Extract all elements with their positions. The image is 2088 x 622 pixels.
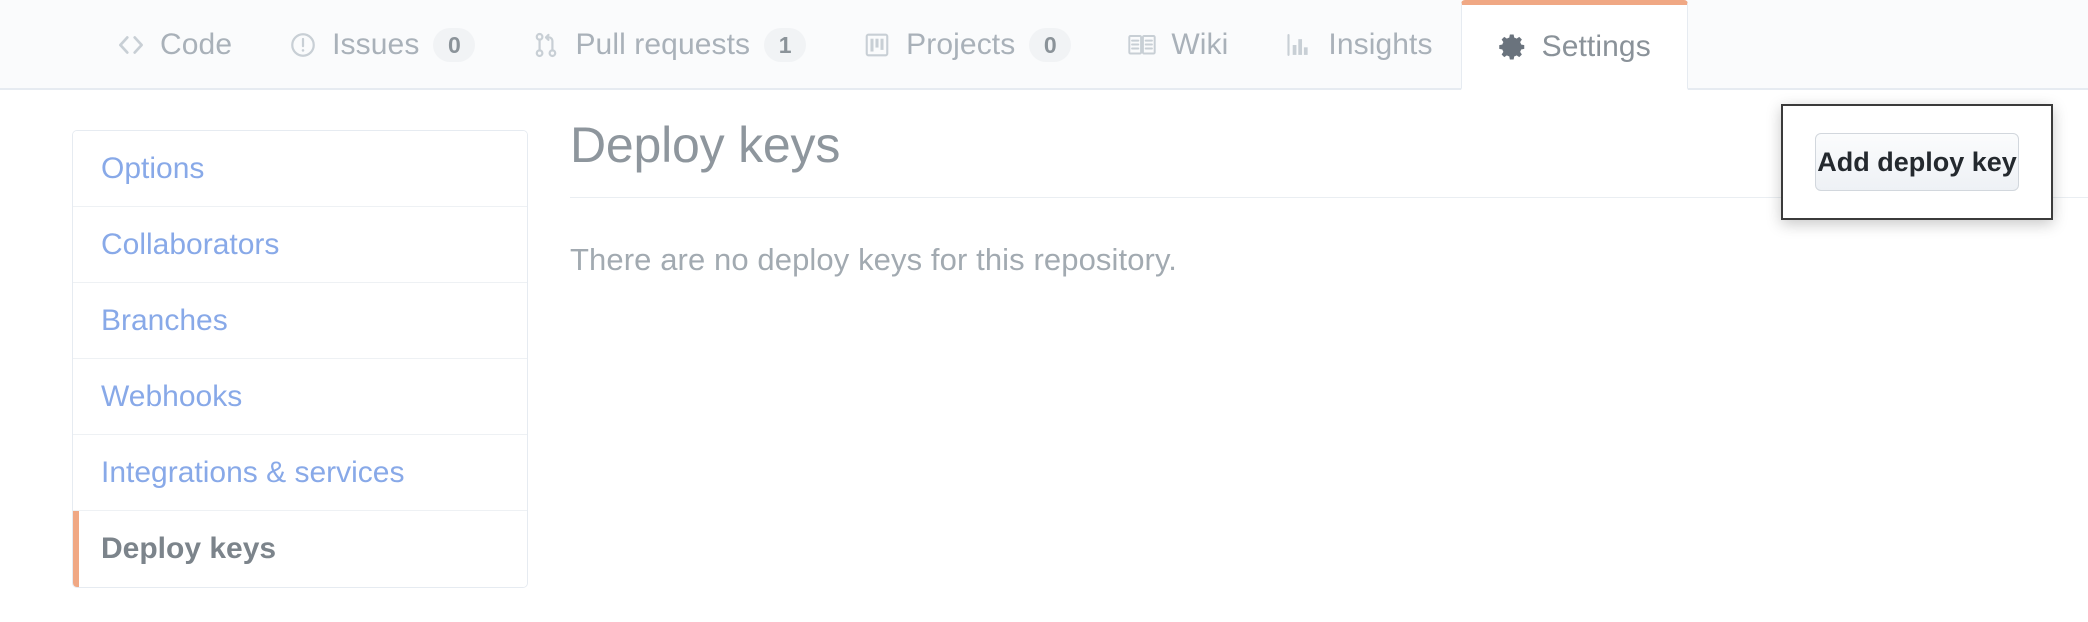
tab-settings[interactable]: Settings xyxy=(1460,0,1688,90)
settings-sidebar-menu: Options Collaborators Branches Webhooks … xyxy=(72,130,528,588)
add-deploy-key-button[interactable]: Add deploy key xyxy=(1815,133,2019,191)
book-icon xyxy=(1127,30,1157,60)
graph-icon xyxy=(1284,30,1314,60)
sidebar-item-webhooks[interactable]: Webhooks xyxy=(73,359,527,435)
tab-issues-label: Issues xyxy=(332,28,420,61)
tab-code-label: Code xyxy=(160,28,233,61)
git-pull-request-icon xyxy=(531,30,561,60)
tab-pull-requests[interactable]: Pull requests 1 xyxy=(503,0,834,90)
tab-projects-counter: 0 xyxy=(1029,28,1072,62)
sidebar-item-branches[interactable]: Branches xyxy=(73,283,527,359)
tab-insights-label: Insights xyxy=(1328,28,1433,61)
tab-projects-label: Projects xyxy=(906,28,1016,61)
github-repository-settings-page: Code Issues 0 Pull requests 1 Projects 0… xyxy=(0,0,2088,622)
tab-issues[interactable]: Issues 0 xyxy=(260,0,503,90)
tab-insights[interactable]: Insights xyxy=(1256,0,1460,90)
sidebar-item-deploy-keys[interactable]: Deploy keys xyxy=(73,511,527,587)
tab-settings-label: Settings xyxy=(1541,29,1651,63)
tab-wiki[interactable]: Wiki xyxy=(1099,0,1256,90)
tab-pull-requests-counter: 1 xyxy=(764,28,807,62)
sidebar-item-options[interactable]: Options xyxy=(73,131,527,207)
tab-code[interactable]: Code xyxy=(88,0,260,90)
gear-icon xyxy=(1498,32,1528,62)
deploy-keys-empty-message: There are no deploy keys for this reposi… xyxy=(570,242,1177,277)
tab-projects[interactable]: Projects 0 xyxy=(834,0,1099,90)
tab-pull-requests-label: Pull requests xyxy=(575,28,751,61)
issue-opened-icon xyxy=(288,30,318,60)
tab-issues-counter: 0 xyxy=(433,28,476,62)
sidebar-item-integrations-and-services[interactable]: Integrations & services xyxy=(73,435,527,511)
sidebar-item-collaborators[interactable]: Collaborators xyxy=(73,207,527,283)
code-icon xyxy=(116,30,146,60)
repository-nav-bar: Code Issues 0 Pull requests 1 Projects 0… xyxy=(0,0,2088,90)
tab-wiki-label: Wiki xyxy=(1171,28,1229,61)
repository-nav-tabs: Code Issues 0 Pull requests 1 Projects 0… xyxy=(88,0,1688,90)
project-board-icon xyxy=(862,30,892,60)
